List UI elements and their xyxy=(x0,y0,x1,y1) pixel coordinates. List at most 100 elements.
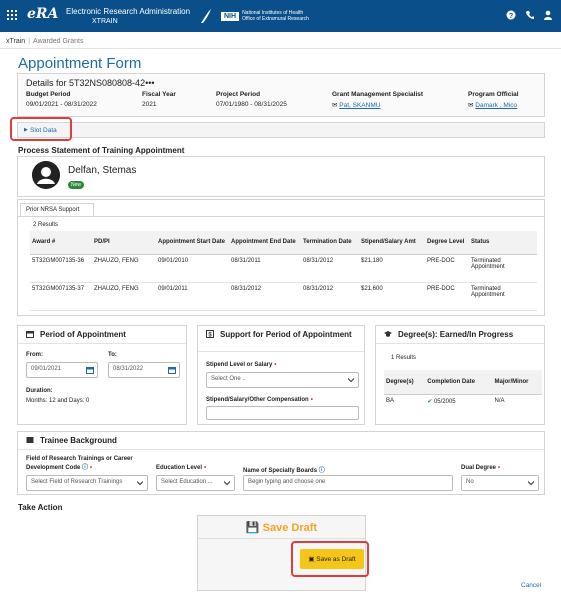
cancel-link[interactable]: Cancel xyxy=(521,582,541,589)
project-period: Project Period 07/01/1980 - 08/31/2025 xyxy=(216,91,287,108)
chevron-down-icon xyxy=(348,378,354,383)
from-date-input[interactable]: 09/01/2021 xyxy=(26,362,98,378)
column-header[interactable]: Status xyxy=(469,231,537,255)
column-header[interactable]: Appointment End Date xyxy=(229,231,301,255)
education-level-select[interactable]: Select Education ... xyxy=(156,475,235,491)
education-label: Education Level xyxy=(156,465,203,471)
fiscal-year: Fiscal Year 2021 xyxy=(142,91,176,108)
table-header-row: Award # PD/PI Appointment Start Date App… xyxy=(30,231,537,255)
mail-icon: ✉ xyxy=(332,102,338,109)
po-link[interactable]: Damark , Mico xyxy=(475,102,517,109)
table-row: 5T32GM007135-37 ZHAUZO, FENG 09/01/2011 … xyxy=(30,282,537,311)
budget-period: Budget Period 09/01/2021 - 08/31/2022 xyxy=(26,91,97,108)
dollar-icon: $ xyxy=(206,330,214,338)
chevron-down-icon xyxy=(528,481,534,486)
column-header: Degree(s) xyxy=(384,370,426,395)
stipend-level-select[interactable]: Select One .. xyxy=(206,372,359,388)
svg-text:?: ? xyxy=(509,13,513,20)
save-draft-title: Save Draft xyxy=(262,522,318,534)
user-icon[interactable] xyxy=(543,10,553,20)
table-row: BA ✔ 05/2005 N/A xyxy=(386,398,505,405)
boards-label: Name of Specialty Boards xyxy=(243,468,318,474)
trainee-background-card: Trainee Background Field of Research Tra… xyxy=(17,431,545,495)
required-icon: • xyxy=(204,465,207,471)
to-date-input[interactable]: 08/31/2022 xyxy=(108,362,180,378)
field-label: Field of Research Trainings or Career De… xyxy=(26,456,133,471)
page-title: Appointment Form xyxy=(18,55,142,72)
calendar-icon xyxy=(26,331,34,338)
grant-details-panel: Details for 5T32NS080808-42••• Budget Pe… xyxy=(17,73,545,117)
degrees-card: Degree(s): Earned/In Progress 1 Results … xyxy=(375,325,545,425)
help-icon[interactable]: ? xyxy=(506,10,516,20)
highlight-box xyxy=(10,117,72,141)
column-header: Major/Minor xyxy=(492,370,542,395)
required-icon: • xyxy=(498,465,501,471)
required-icon: • xyxy=(90,465,93,471)
card-title: Degree(s): Earned/In Progress xyxy=(398,330,514,339)
required-icon: • xyxy=(310,397,313,403)
card-title: Support for Period of Appointment xyxy=(220,330,352,339)
compensation-input[interactable] xyxy=(206,406,359,420)
breadcrumb-awarded-grants[interactable]: Awarded Grants xyxy=(33,38,83,45)
highlight-box xyxy=(291,541,369,577)
column-header: Completion Date xyxy=(425,370,493,395)
column-header[interactable]: PD/PI xyxy=(92,231,156,255)
column-header[interactable]: Termination Date xyxy=(301,231,359,255)
phone-icon[interactable] xyxy=(525,10,535,20)
calendar-icon[interactable] xyxy=(86,366,94,374)
card-title: Period of Appointment xyxy=(40,330,126,339)
degrees-table: Degree(s) Completion Date Major/Minor BA… xyxy=(384,370,542,408)
dual-degree-label: Dual Degree xyxy=(461,465,497,471)
details-heading: Details for 5T32NS080808-42••• xyxy=(26,78,155,88)
info-icon[interactable]: ⓘ xyxy=(82,465,88,471)
required-icon: • xyxy=(274,362,277,368)
stipend-level-label: Stipend Level or Salary xyxy=(206,362,273,368)
tab-prior-nrsa-support[interactable]: Prior NRSA Support xyxy=(20,203,94,217)
chevron-down-icon xyxy=(224,481,230,486)
trainee-name: Delfan, Stemas xyxy=(68,165,137,176)
specialty-boards-input[interactable]: Begin typing and choose one xyxy=(243,475,453,491)
save-draft-icon: 💾 xyxy=(245,522,260,534)
duration-label: Duration: xyxy=(26,388,53,394)
compensation-label: Stipend/Salary/Other Compensation xyxy=(206,397,309,403)
id-card-icon xyxy=(26,437,34,443)
divider xyxy=(0,48,561,49)
dual-degree-select[interactable]: No xyxy=(461,475,539,491)
app-grid-icon[interactable] xyxy=(7,10,17,20)
chevron-down-icon xyxy=(137,481,143,486)
calendar-icon[interactable] xyxy=(168,366,176,374)
prior-support-panel: Prior NRSA Support 2 Results Award # PD/… xyxy=(17,199,545,316)
table-header-row: Degree(s) Completion Date Major/Minor xyxy=(384,370,542,395)
card-title: Trainee Background xyxy=(40,436,117,445)
field-of-research-select[interactable]: Select Field of Research Trainings xyxy=(26,475,148,491)
column-header[interactable]: Award # xyxy=(30,231,92,255)
duration-value: Months: 12 and Days: 0 xyxy=(26,398,90,404)
check-icon: ✔ xyxy=(427,398,433,405)
gms-link[interactable]: Pat, SKANMU xyxy=(339,102,380,109)
from-label: From: xyxy=(26,352,43,358)
column-header[interactable]: Appointment Start Date xyxy=(156,231,229,255)
grant-management-specialist: Grant Management Specialist ✉ Pat, SKANM… xyxy=(332,91,424,109)
avatar xyxy=(32,161,60,189)
column-header[interactable]: Degree Level xyxy=(425,231,469,255)
nih-logo: NIH National Institutes of Health Office… xyxy=(221,10,309,22)
program-official: Program Official ✉ Damark , Mico xyxy=(468,91,519,109)
support-card: $ Support for Period of Appointment Stipe… xyxy=(197,325,365,425)
prior-support-table: Award # PD/PI Appointment Start Date App… xyxy=(30,231,537,311)
breadcrumb-xtrain[interactable]: xTrain xyxy=(6,38,25,45)
to-label: To: xyxy=(108,352,117,358)
take-action-heading: Take Action xyxy=(18,503,63,512)
table-row: 5T32GM007135-36 ZHAUZO, FENG 09/01/2010 … xyxy=(30,254,537,283)
period-of-appointment-card: Period of Appointment From: 09/01/2021 T… xyxy=(17,325,187,425)
column-header[interactable]: Stipend/Salary Amt xyxy=(359,231,425,255)
top-nav-bar: eRA Electronic Research Administration X… xyxy=(0,0,561,32)
hhs-eagle-icon xyxy=(201,9,211,23)
slot-data-accordion[interactable]: ▶ Slot Data xyxy=(17,122,545,138)
app-title: Electronic Research Administration XTRAI… xyxy=(66,7,191,25)
graduation-cap-icon xyxy=(384,331,392,337)
status-badge: New xyxy=(68,181,85,189)
process-heading: Process Statement of Training Appointmen… xyxy=(18,146,185,155)
era-logo: eRA xyxy=(27,6,59,22)
info-icon[interactable]: ⓘ xyxy=(319,468,325,474)
breadcrumb: xTrain | Awarded Grants xyxy=(6,38,84,45)
